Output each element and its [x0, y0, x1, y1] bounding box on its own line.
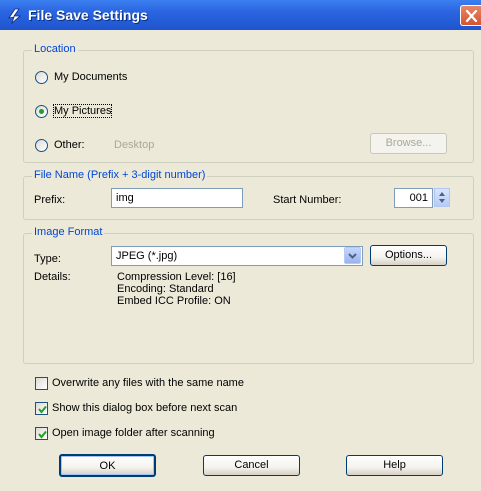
browse-button[interactable]: Browse...: [370, 133, 447, 154]
close-icon: [465, 9, 478, 23]
file-name-legend: File Name (Prefix + 3-digit number): [32, 169, 208, 181]
close-button[interactable]: [460, 5, 481, 26]
details-label: Details:: [34, 271, 71, 283]
radio-my-documents[interactable]: [35, 71, 48, 84]
location-legend: Location: [32, 43, 78, 55]
type-select[interactable]: JPEG (*.jpg): [111, 246, 363, 266]
start-number-label: Start Number:: [273, 194, 342, 206]
window-frame-right: [474, 30, 481, 491]
cancel-button[interactable]: Cancel: [203, 455, 300, 476]
scanner-icon: [6, 6, 24, 25]
type-dropdown-button[interactable]: [344, 247, 361, 264]
details-line: Encoding: Standard: [117, 283, 214, 295]
radio-my-pictures-label[interactable]: My Pictures: [52, 104, 113, 118]
help-button[interactable]: Help: [346, 455, 443, 476]
prefix-label: Prefix:: [34, 194, 66, 206]
details-line: Compression Level: [16]: [117, 271, 236, 283]
prefix-input[interactable]: img: [111, 188, 243, 208]
ok-button[interactable]: OK: [59, 454, 156, 477]
radio-my-pictures[interactable]: [35, 105, 48, 118]
title-bar[interactable]: File Save Settings: [0, 0, 481, 30]
open-folder-checkbox[interactable]: [35, 427, 48, 440]
checkmark-icon: [38, 430, 47, 439]
other-folder-value: Desktop: [114, 139, 155, 151]
open-folder-checkbox-label[interactable]: Open image folder after scanning: [52, 427, 215, 439]
overwrite-checkbox-label[interactable]: Overwrite any files with the same name: [52, 377, 244, 389]
checkmark-icon: [38, 405, 47, 414]
show-dialog-checkbox-label[interactable]: Show this dialog box before next scan: [52, 402, 237, 414]
show-dialog-checkbox[interactable]: [35, 402, 48, 415]
start-number-spinner[interactable]: [434, 188, 450, 207]
radio-my-documents-label[interactable]: My Documents: [54, 71, 127, 83]
type-label: Type:: [34, 253, 61, 265]
options-button[interactable]: Options...: [370, 245, 447, 266]
details-line: Embed ICC Profile: ON: [117, 295, 231, 307]
spin-updown-icon: [439, 192, 445, 203]
radio-other-label[interactable]: Other:: [54, 139, 85, 151]
radio-selected-dot: [39, 109, 44, 114]
start-number-input[interactable]: 001: [394, 188, 433, 208]
image-format-legend: Image Format: [32, 226, 105, 238]
chevron-down-icon: [348, 253, 357, 259]
overwrite-checkbox[interactable]: [35, 377, 48, 390]
radio-other[interactable]: [35, 139, 48, 152]
window-title: File Save Settings: [28, 7, 148, 23]
